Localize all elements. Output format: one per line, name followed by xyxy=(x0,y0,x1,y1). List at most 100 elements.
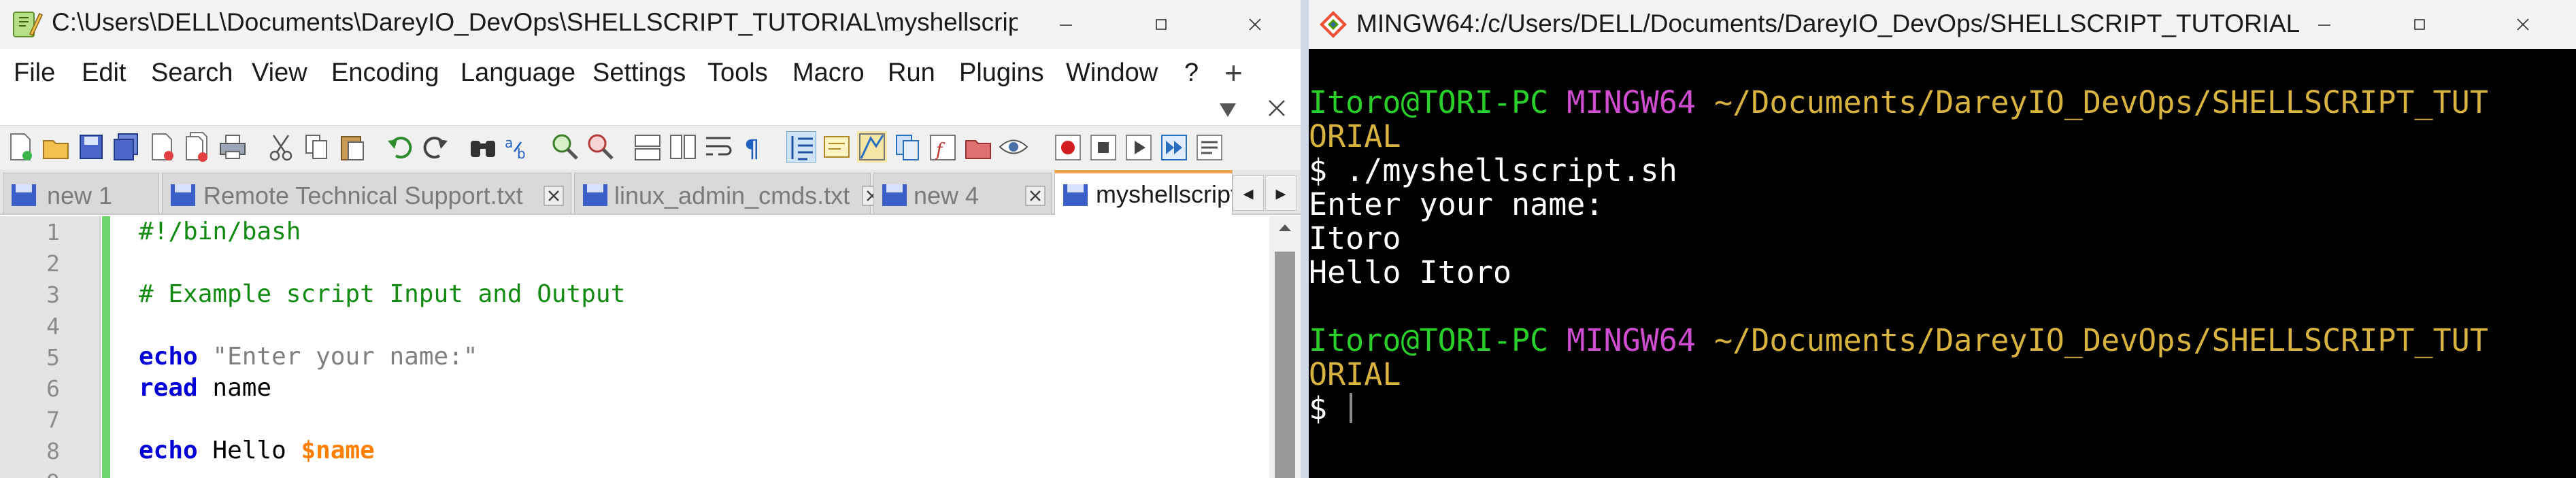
prompt-symbol: $ xyxy=(1309,152,1328,188)
menu-help[interactable]: ? xyxy=(1184,58,1199,88)
line-number: 8 xyxy=(46,438,60,464)
close-document-icon[interactable] xyxy=(1265,97,1288,120)
vertical-scrollbar[interactable] xyxy=(1269,216,1301,478)
udl-button[interactable] xyxy=(822,131,852,163)
prompt-env: MINGW64 xyxy=(1567,84,1696,120)
menu-encoding[interactable]: Encoding xyxy=(331,58,439,88)
doc-map-button[interactable] xyxy=(857,131,887,163)
tab-label: new 1 xyxy=(47,182,113,209)
print-button[interactable] xyxy=(218,131,248,163)
macro-play-button[interactable] xyxy=(1124,131,1154,163)
menu-edit[interactable]: Edit xyxy=(82,58,126,88)
save-disk-icon xyxy=(171,184,195,206)
replace-button[interactable]: ab xyxy=(503,131,533,163)
tab-remote-technical-support[interactable]: Remote Technical Support.txt xyxy=(162,173,571,214)
tab-scroll-right-button[interactable]: ▸ xyxy=(1265,175,1297,211)
menu-settings[interactable]: Settings xyxy=(592,58,686,88)
printer-icon xyxy=(220,135,246,159)
dropdown-triangle-icon[interactable] xyxy=(1218,99,1238,120)
git-bash-app-icon xyxy=(1320,11,1347,38)
zoom-in-icon xyxy=(552,134,578,160)
macro-stop-button[interactable] xyxy=(1088,131,1118,163)
paste-button[interactable] xyxy=(337,131,367,163)
macro-run-multiple-button[interactable] xyxy=(1159,131,1189,163)
monitoring-button[interactable] xyxy=(999,131,1028,163)
find-button[interactable] xyxy=(468,131,498,163)
menu-macro[interactable]: Macro xyxy=(792,58,865,88)
new-file-button[interactable] xyxy=(5,131,35,163)
redo-button[interactable] xyxy=(420,131,450,163)
folder-workspace-icon xyxy=(965,140,991,159)
tab-close-icon[interactable] xyxy=(1025,186,1046,206)
terminal-title-bar[interactable]: MINGW64:/c/Users/DELL/Documents/DareyIO_… xyxy=(1309,0,2576,49)
prompt-user-host: Itoro@TORI-PC xyxy=(1309,84,1549,120)
line-number-gutter: 1 2 3 4 5 6 7 8 9 xyxy=(0,216,101,478)
minimize-icon xyxy=(2318,24,2330,26)
tab-myshellscript[interactable]: myshellscript.sh xyxy=(1054,170,1233,215)
copy-button[interactable] xyxy=(302,131,332,163)
sync-vertical-button[interactable] xyxy=(633,131,663,163)
npp-maximize-button[interactable] xyxy=(1124,5,1199,44)
indent-guide-button[interactable] xyxy=(786,131,816,163)
clipboard-icon xyxy=(341,136,364,160)
save-disk-icon xyxy=(882,184,907,206)
input-line[interactable]: $ xyxy=(1309,390,1353,426)
macro-record-button[interactable] xyxy=(1053,131,1083,163)
folder-workspace-button[interactable] xyxy=(963,131,993,163)
word-wrap-button[interactable] xyxy=(703,131,733,163)
npp-close-button[interactable] xyxy=(1218,5,1292,44)
tab-new-4[interactable]: new 4 xyxy=(873,173,1052,214)
npp-title-bar[interactable]: C:\Users\DELL\Documents\DareyIO_DevOps\S… xyxy=(0,0,1301,49)
function-list-button[interactable]: f xyxy=(928,131,958,163)
sync-horizontal-button[interactable] xyxy=(668,131,698,163)
code-editor[interactable]: 1 2 3 4 5 6 7 8 9 #!/bin/bash # Example … xyxy=(0,216,1301,478)
save-all-button[interactable] xyxy=(112,131,141,163)
command-line: $ ./myshellscript.sh xyxy=(1309,152,1677,188)
macro-save-button[interactable] xyxy=(1194,131,1224,163)
sync-scroll-horizontal-icon xyxy=(670,135,696,159)
tab-scroll-left-button[interactable]: ◂ xyxy=(1233,175,1264,211)
close-file-button[interactable] xyxy=(147,131,177,163)
output-line: Enter your name: xyxy=(1309,186,1604,222)
prompt-env: MINGW64 xyxy=(1567,322,1696,358)
tab-close-icon[interactable] xyxy=(543,186,564,206)
doc-list-button[interactable] xyxy=(892,131,922,163)
terminal-close-button[interactable] xyxy=(2486,5,2560,44)
prompt-path-wrap: ORIAL xyxy=(1309,118,1401,154)
show-all-chars-button[interactable]: ¶ xyxy=(739,131,769,163)
tab-new-1[interactable]: new 1 xyxy=(3,173,159,214)
close-all-button[interactable] xyxy=(182,131,212,163)
scroll-up-arrow-icon[interactable] xyxy=(1277,223,1292,233)
menu-tools[interactable]: Tools xyxy=(707,58,768,88)
scrollbar-thumb[interactable] xyxy=(1275,252,1295,478)
menu-file[interactable]: File xyxy=(14,58,55,88)
terminal-output[interactable]: Itoro@TORI-PC MINGW64 ~/Documents/DareyI… xyxy=(1309,49,2576,478)
menu-search[interactable]: Search xyxy=(151,58,233,88)
code-line-8: echo Hello $name xyxy=(139,437,375,464)
zoom-out-button[interactable] xyxy=(585,131,615,163)
undo-button[interactable] xyxy=(385,131,415,163)
save-button[interactable] xyxy=(76,131,106,163)
terminal-minimize-button[interactable] xyxy=(2287,5,2362,44)
npp-minimize-button[interactable] xyxy=(1028,5,1103,44)
menu-language[interactable]: Language xyxy=(461,58,575,88)
pilcrow-icon: ¶ xyxy=(744,135,760,163)
menu-run[interactable]: Run xyxy=(888,58,935,88)
mingw64-terminal-window: MINGW64:/c/Users/DELL/Documents/DareyIO_… xyxy=(1309,0,2576,478)
save-disk-icon xyxy=(80,135,103,159)
menu-window[interactable]: Window xyxy=(1066,58,1158,88)
cut-button[interactable] xyxy=(267,131,297,163)
document-list-icon xyxy=(896,135,919,160)
terminal-maximize-button[interactable] xyxy=(2382,5,2457,44)
npp-menu-bar: File Edit Search View Encoding Language … xyxy=(0,49,1301,97)
identifier: name xyxy=(212,374,272,402)
command-text: ./myshellscript.sh xyxy=(1345,152,1677,188)
tab-linux-admin-cmds[interactable]: linux_admin_cmds.txt xyxy=(574,173,882,214)
open-file-button[interactable] xyxy=(41,131,71,163)
npp-doc-controls xyxy=(0,97,1301,125)
menu-plus-button[interactable]: + xyxy=(1224,54,1243,91)
zoom-in-button[interactable] xyxy=(550,131,580,163)
save-disk-icon xyxy=(12,184,36,206)
menu-view[interactable]: View xyxy=(252,58,307,88)
menu-plugins[interactable]: Plugins xyxy=(959,58,1044,88)
